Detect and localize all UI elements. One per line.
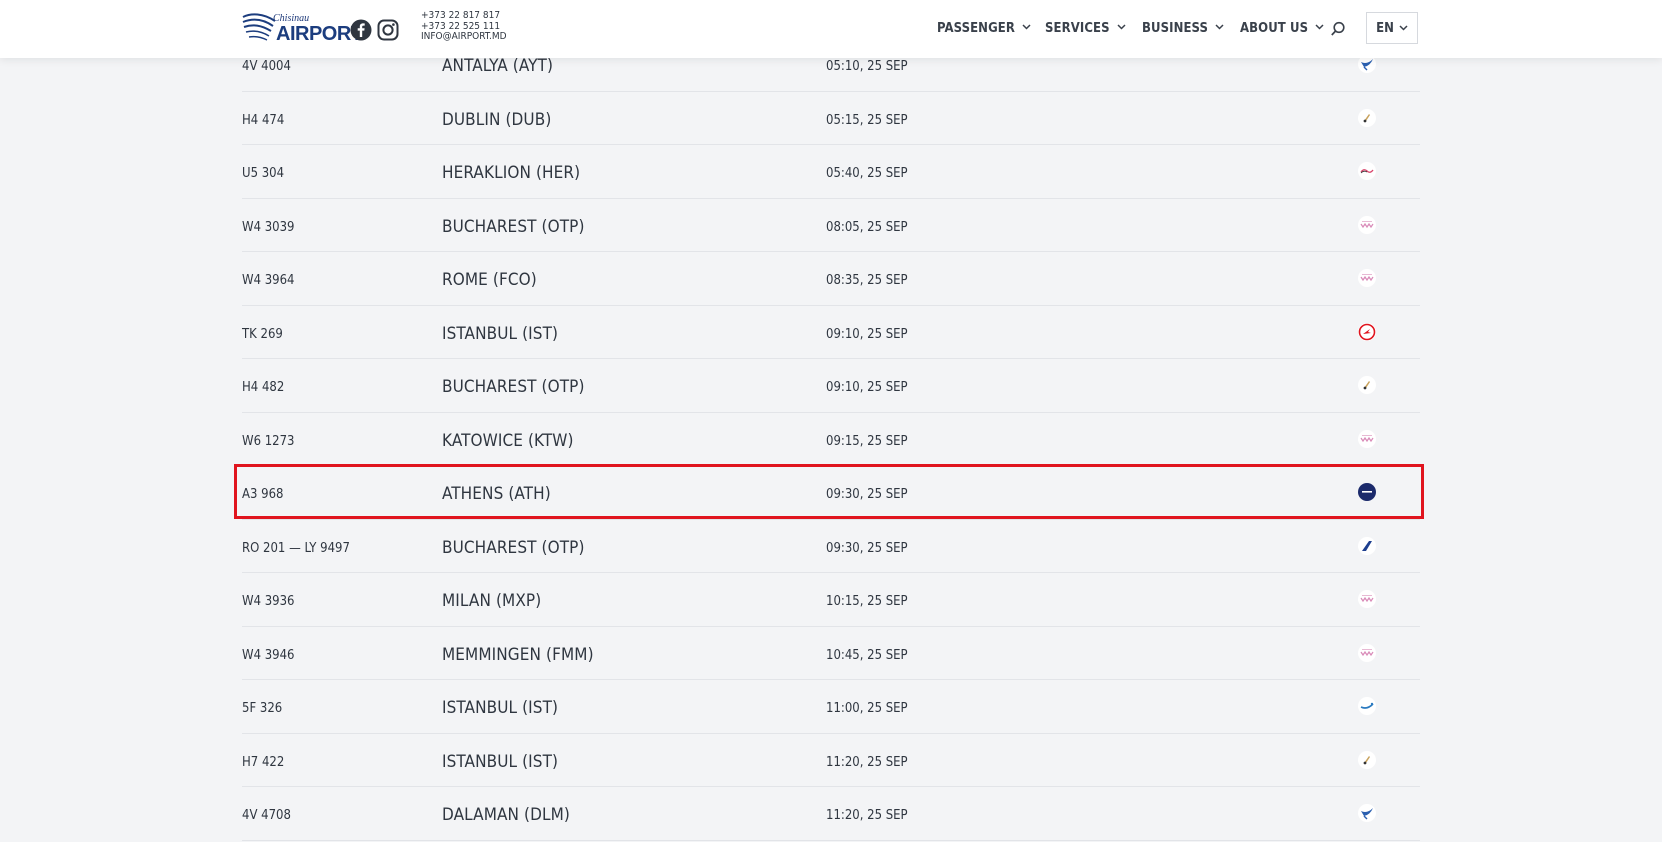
search-icon[interactable] <box>1330 21 1346 37</box>
departures-table: 4V 4004 ANTALYA (AYT) 05:10, 25 SEP H4 474 D… <box>242 38 1420 841</box>
departure-time: 10:45, 25 SEP <box>826 647 908 663</box>
destination: BUCHAREST (OTP) <box>442 537 585 558</box>
destination: HERAKLION (HER) <box>442 163 581 183</box>
wizz-logo <box>1358 429 1376 448</box>
wizz-logo <box>1358 590 1376 608</box>
flight-number: W4 3964 <box>242 273 295 288</box>
departure-time: 11:20, 25 SEP <box>826 808 908 823</box>
destination: KATOWICE (KTW) <box>442 430 574 451</box>
departure-time: 08:05, 25 SEP <box>826 219 908 235</box>
wizz-logo <box>1358 215 1376 234</box>
logo-wings-icon <box>242 13 276 41</box>
departure-time: 05:10, 25 SEP <box>826 59 908 74</box>
nav-services[interactable]: SERVICES <box>1045 21 1126 36</box>
table-row[interactable]: U5 304 HERAKLION (HER) 05:40, 25 SEP <box>242 145 1420 199</box>
flight-number: W6 1273 <box>242 433 295 449</box>
destination: ISTANBUL (IST) <box>442 698 559 718</box>
departure-time: 09:30, 25 SEP <box>826 487 908 502</box>
destination: DALAMAN (DLM) <box>442 805 570 825</box>
bird-logo <box>1358 804 1376 822</box>
nav-about-us[interactable]: ABOUT US <box>1240 21 1324 36</box>
table-row[interactable]: W4 3964 ROME (FCO) 08:35, 25 SEP <box>242 252 1420 306</box>
nav-services-label: SERVICES <box>1045 21 1110 36</box>
wizz-logo <box>1358 643 1376 662</box>
nav-passenger[interactable]: PASSENGER <box>937 21 1031 36</box>
tarom-logo <box>1358 536 1376 555</box>
destination: MEMMINGEN (FMM) <box>442 644 594 665</box>
language-label: EN <box>1376 20 1394 36</box>
departure-time: 10:15, 25 SEP <box>826 594 908 609</box>
flight-number: H7 422 <box>242 754 285 770</box>
wizz-logo <box>1358 269 1376 287</box>
departure-time: 11:20, 25 SEP <box>826 754 908 770</box>
destination: ANTALYA (AYT) <box>442 56 554 76</box>
destination: ISTANBUL (IST) <box>442 751 559 772</box>
phone-1[interactable]: +373 22 817 817 <box>421 10 507 22</box>
destination: DUBLIN (DUB) <box>442 109 552 130</box>
flight-number: W4 3946 <box>242 647 295 663</box>
chevron-down-icon <box>1315 24 1324 30</box>
table-row[interactable]: W4 3936 MILAN (MXP) 10:15, 25 SEP <box>242 573 1420 627</box>
departure-time: 09:10, 25 SEP <box>826 380 908 395</box>
turkish-airlines-logo <box>1358 322 1376 341</box>
destination: BUCHAREST (OTP) <box>442 216 585 237</box>
table-row[interactable]: H4 474 DUBLIN (DUB) 05:15, 25 SEP <box>242 92 1420 145</box>
departure-time: 09:10, 25 SEP <box>826 326 908 342</box>
departure-time: 05:40, 25 SEP <box>826 166 908 181</box>
nav-business-label: BUSINESS <box>1142 21 1209 36</box>
flight-number: W4 3039 <box>242 219 295 235</box>
skyup-logo <box>1358 162 1376 180</box>
table-row[interactable]: H7 422 ISTANBUL (IST) 11:20, 25 SEP <box>242 734 1420 787</box>
facebook-icon[interactable] <box>350 19 372 41</box>
departure-time: 08:35, 25 SEP <box>826 273 908 288</box>
email-link[interactable]: INFO@AIRPORT.MD <box>421 31 507 43</box>
departure-time: 09:30, 25 SEP <box>826 540 908 556</box>
language-selector[interactable]: EN <box>1366 12 1418 44</box>
destination: ROME (FCO) <box>442 270 537 290</box>
departure-time: 11:00, 25 SEP <box>826 701 908 716</box>
hisky-logo <box>1358 108 1376 127</box>
table-row[interactable]: H4 482 BUCHAREST (OTP) 09:10, 25 SEP <box>242 359 1420 413</box>
departure-time: 05:15, 25 SEP <box>826 112 908 128</box>
flyone-logo <box>1358 697 1376 715</box>
flight-number: 5F 326 <box>242 701 283 716</box>
table-row[interactable]: W6 1273 KATOWICE (KTW) 09:15, 25 SEP <box>242 413 1420 466</box>
table-row[interactable]: 5F 326 ISTANBUL (IST) 11:00, 25 SEP <box>242 680 1420 734</box>
destination: ATHENS (ATH) <box>442 484 551 504</box>
nav-passenger-label: PASSENGER <box>937 21 1015 36</box>
departure-time: 09:15, 25 SEP <box>826 433 908 449</box>
flight-number: H4 474 <box>242 112 285 128</box>
instagram-icon[interactable] <box>377 19 399 41</box>
site-header: Chisinau AIRPORT +373 22 817 817 +373 22… <box>0 0 1662 58</box>
destination: ISTANBUL (IST) <box>442 323 559 344</box>
flight-number: A3 968 <box>242 487 284 502</box>
flight-number: 4V 4004 <box>242 59 291 74</box>
table-row[interactable]: RO 201 — LY 9497 BUCHAREST (OTP) 09:30, 25… <box>242 520 1420 573</box>
chevron-down-icon <box>1215 24 1224 30</box>
table-row[interactable]: TK 269 ISTANBUL (IST) 09:10, 25 SEP <box>242 306 1420 359</box>
flight-number: 4V 4708 <box>242 808 291 823</box>
airport-logo[interactable]: Chisinau AIRPORT <box>241 11 363 47</box>
nav-about-label: ABOUT US <box>1240 21 1309 36</box>
table-row[interactable]: A3 968 ATHENS (ATH) 09:30, 25 SEP <box>242 466 1420 520</box>
destination: MILAN (MXP) <box>442 591 542 611</box>
contact-info: +373 22 817 817 +373 22 525 111 INFO@AIR… <box>421 10 507 43</box>
nav-business[interactable]: BUSINESS <box>1142 21 1224 36</box>
flight-number: TK 269 <box>242 326 283 342</box>
hisky-logo <box>1358 376 1376 394</box>
aegean-logo <box>1358 483 1376 501</box>
flight-number: RO 201 — LY 9497 <box>242 540 350 556</box>
chevron-down-icon <box>1399 25 1408 31</box>
table-row[interactable]: W4 3039 BUCHAREST (OTP) 08:05, 25 SEP <box>242 199 1420 252</box>
hisky-logo <box>1358 750 1376 769</box>
chevron-down-icon <box>1022 24 1031 30</box>
flight-number: W4 3936 <box>242 594 295 609</box>
flight-number: H4 482 <box>242 380 285 395</box>
destination: BUCHAREST (OTP) <box>442 377 585 397</box>
table-row[interactable]: 4V 4708 DALAMAN (DLM) 11:20, 25 SEP <box>242 787 1420 841</box>
chevron-down-icon <box>1117 24 1126 30</box>
flight-number: U5 304 <box>242 166 285 181</box>
table-row[interactable]: W4 3946 MEMMINGEN (FMM) 10:45, 25 SEP <box>242 627 1420 680</box>
